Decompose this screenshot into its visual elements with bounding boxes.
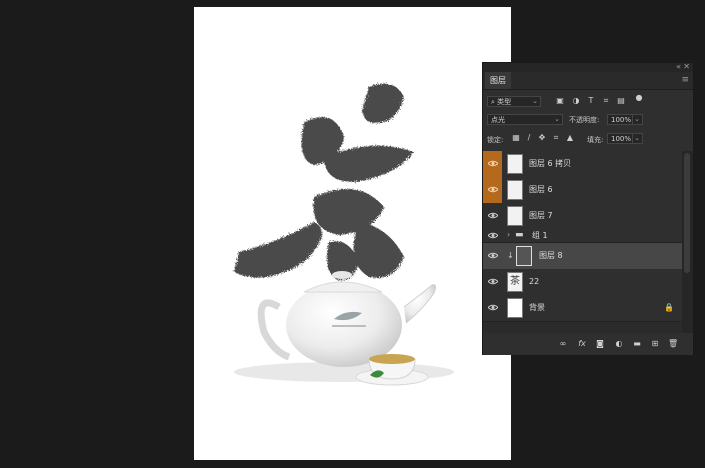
chevron-down-icon: ⌄ — [634, 115, 640, 123]
blend-mode-select[interactable]: 点光 ⌄ — [487, 114, 563, 125]
panel-tabbar: 图层 ≡ — [483, 72, 693, 90]
folder-icon: ▬ — [515, 230, 524, 240]
eye-icon — [488, 278, 498, 285]
fill-label: 填充: — [587, 136, 604, 144]
fx-icon[interactable]: fx — [577, 338, 587, 349]
lock-transparent-icon[interactable]: ▦ — [512, 133, 520, 142]
blend-row: 点光 ⌄ 不透明度: 100% ⌄ — [483, 113, 693, 127]
filter-kind-label: 类型 — [497, 98, 512, 106]
eye-icon — [488, 212, 498, 219]
lock-artboard-icon[interactable]: ⌗ — [552, 133, 560, 142]
new-group-icon[interactable]: ▬ — [632, 338, 642, 349]
chevron-down-icon: ⌄ — [634, 134, 640, 142]
visibility-toggle[interactable] — [483, 177, 502, 203]
layer-name[interactable]: 图层 6 — [529, 177, 553, 203]
lock-row: 锁定: ▦ / ✥ ⌗ ▲ 填充: 100% ⌄ — [483, 133, 693, 147]
layer-row[interactable]: 图层 6 — [483, 177, 682, 204]
collapse-icon[interactable]: « — [676, 62, 681, 71]
layer-row[interactable]: 茶 22 — [483, 269, 682, 296]
opacity-label: 不透明度: — [569, 116, 600, 124]
panel-menu-icon[interactable]: ≡ — [681, 75, 689, 85]
layer-thumbnail — [507, 180, 523, 200]
lock-label: 锁定: — [487, 136, 504, 144]
new-layer-icon[interactable]: ⊞ — [650, 338, 660, 349]
shape-filter-icon[interactable]: ⌗ — [602, 97, 610, 105]
visibility-toggle[interactable] — [483, 151, 502, 177]
artwork — [234, 83, 454, 386]
layer-thumbnail — [516, 246, 532, 266]
filter-kind-select[interactable]: ⌕ 类型 ⌄ — [487, 96, 541, 107]
search-icon: ⌕ — [491, 98, 495, 106]
layer-name[interactable]: 图层 7 — [529, 203, 553, 229]
layer-name[interactable]: 22 — [529, 269, 539, 295]
eye-icon — [488, 186, 498, 193]
chevron-down-icon: ⌄ — [532, 97, 538, 105]
lock-paint-icon[interactable]: / — [525, 133, 533, 142]
layers-panel: « ✕ 图层 ≡ ⌕ 类型 ⌄ ▣ ◑ T ⌗ ▤ ● 点光 ⌄ 不透明度: 1… — [482, 62, 694, 355]
delete-layer-icon[interactable]: 🗑 — [668, 338, 678, 349]
chevron-right-icon[interactable]: › — [507, 230, 510, 239]
layer-name[interactable]: 图层 6 拷贝 — [529, 151, 571, 177]
layers-list: 图层 6 拷贝 图层 6 图层 7 › ▬ 组 1 ↓ 图层 8 茶 22 背景… — [483, 151, 682, 333]
visibility-toggle[interactable] — [483, 229, 502, 243]
image-filter-icon[interactable]: ▣ — [556, 97, 564, 105]
layer-row[interactable]: 图层 7 — [483, 203, 682, 230]
opacity-value: 100% — [611, 116, 632, 124]
layer-name[interactable]: 背景 — [529, 295, 545, 321]
layer-row[interactable]: 图层 6 拷贝 — [483, 151, 682, 178]
visibility-toggle[interactable] — [483, 295, 502, 321]
scroll-thumb[interactable] — [684, 153, 690, 273]
thumbnail-glyph: 茶 — [510, 276, 520, 287]
filter-toggle-icon[interactable]: ● — [635, 94, 643, 102]
link-layers-icon[interactable]: ∞ — [558, 338, 568, 349]
visibility-toggle[interactable] — [483, 243, 502, 269]
type-filter-icon[interactable]: T — [587, 97, 595, 105]
layers-bottom-toolbar: ∞ fx ◙ ◐ ▬ ⊞ 🗑 — [483, 333, 693, 355]
group-row[interactable]: › ▬ 组 1 — [483, 229, 682, 243]
layer-thumbnail — [507, 154, 523, 174]
adjustment-layer-icon[interactable]: ◐ — [614, 338, 624, 349]
teapot-illustration — [234, 271, 454, 386]
close-icon[interactable]: ✕ — [683, 62, 690, 71]
eye-icon — [488, 232, 498, 239]
lock-position-icon[interactable]: ✥ — [538, 133, 546, 142]
visibility-toggle[interactable] — [483, 203, 502, 229]
fill-value: 100% — [611, 135, 632, 143]
layer-row[interactable]: ↓ 图层 8 — [483, 243, 682, 270]
blend-mode-value: 点光 — [491, 116, 505, 124]
filter-row: ⌕ 类型 ⌄ ▣ ◑ T ⌗ ▤ ● — [483, 94, 693, 110]
tab-layers[interactable]: 图层 — [485, 72, 511, 89]
eye-icon — [488, 160, 498, 167]
fill-dropdown[interactable]: ⌄ — [632, 133, 643, 144]
chevron-down-icon: ⌄ — [554, 115, 560, 123]
layers-scrollbar[interactable] — [682, 151, 693, 333]
layer-thumbnail — [507, 298, 523, 318]
layer-name[interactable]: 图层 8 — [539, 243, 563, 269]
adjustment-filter-icon[interactable]: ◑ — [572, 97, 580, 105]
layer-name[interactable]: 组 1 — [532, 229, 548, 243]
add-mask-icon[interactable]: ◙ — [595, 338, 605, 349]
lock-all-icon[interactable]: ▲ — [566, 133, 574, 142]
eye-icon — [488, 252, 498, 259]
lock-icon[interactable]: 🔒 — [664, 303, 674, 312]
opacity-dropdown[interactable]: ⌄ — [632, 114, 643, 125]
visibility-toggle[interactable] — [483, 269, 502, 295]
layer-thumbnail: 茶 — [507, 272, 523, 292]
document-canvas[interactable] — [194, 7, 511, 460]
smart-object-filter-icon[interactable]: ▤ — [617, 97, 625, 105]
panel-titlebar: « ✕ — [483, 62, 693, 72]
eye-icon — [488, 304, 498, 311]
layer-thumbnail — [507, 206, 523, 226]
layer-row[interactable]: 背景 🔒 — [483, 295, 682, 322]
clipping-mask-icon: ↓ — [507, 251, 514, 260]
calligraphy-artwork — [234, 83, 414, 281]
